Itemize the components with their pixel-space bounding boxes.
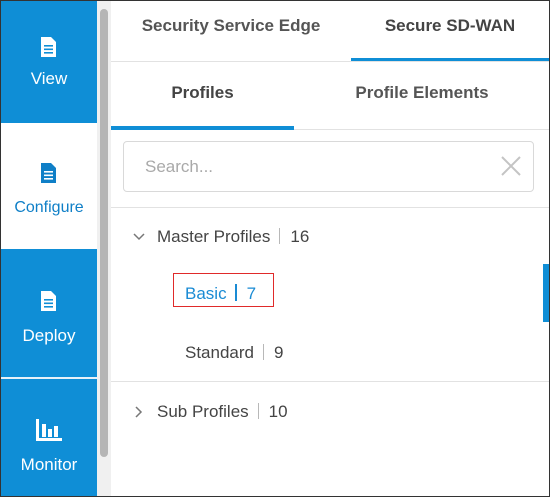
tab-profile-elements[interactable]: Profile Elements (307, 62, 537, 129)
divider (111, 207, 549, 208)
nav-item-label: Deploy (22, 326, 76, 345)
nav-item-label: Monitor (20, 455, 78, 474)
separator (234, 284, 237, 301)
tab-security-service-edge[interactable]: Security Service Edge (111, 1, 351, 61)
tree-node-standard[interactable]: Standard 9 (185, 343, 283, 363)
tree-node-count: 16 (290, 227, 310, 246)
separator (263, 344, 264, 360)
document-icon (40, 291, 56, 311)
main-panel: Security Service Edge Secure SD-WAN Prof… (111, 1, 549, 496)
side-nav: View Configure Deploy Monitor (1, 1, 97, 496)
nav-item-monitor[interactable]: Monitor (1, 379, 97, 496)
app-frame: View Configure Deploy Monitor Security S… (0, 0, 550, 497)
tree-node-label: Standard (185, 343, 254, 362)
tree-node-count: 9 (274, 343, 284, 362)
tree-node-sub-profiles[interactable]: Sub Profiles 10 (157, 402, 288, 422)
search-input[interactable] (124, 142, 484, 191)
chevron-down-icon[interactable] (133, 230, 145, 242)
nav-item-deploy[interactable]: Deploy (1, 251, 97, 377)
bar-chart-icon (36, 419, 62, 441)
divider (111, 381, 549, 382)
tree-node-count: 10 (268, 402, 288, 421)
close-icon[interactable] (501, 156, 521, 176)
nav-item-label: View (30, 69, 68, 88)
document-icon (40, 37, 56, 57)
nav-item-configure[interactable]: Configure (1, 123, 97, 249)
tree-node-label: Basic (185, 284, 227, 303)
tree-node-master-profiles[interactable]: Master Profiles 16 (157, 227, 309, 247)
scrollbar-thumb[interactable] (100, 9, 108, 457)
tree-node-label: Master Profiles (157, 227, 271, 246)
nav-item-view[interactable]: View (1, 1, 97, 127)
separator (279, 228, 281, 244)
nav-item-label: Configure (14, 199, 84, 216)
tree-node-count: 7 (246, 284, 257, 303)
tab-secure-sd-wan[interactable]: Secure SD-WAN (351, 1, 549, 61)
chevron-right-icon[interactable] (133, 405, 145, 418)
scroll-indicator (543, 264, 549, 322)
search-box (123, 141, 534, 192)
tree-node-label: Sub Profiles (157, 402, 249, 421)
document-icon (40, 163, 56, 183)
top-tabs: Security Service Edge Secure SD-WAN (111, 1, 549, 62)
separator (257, 403, 259, 419)
sub-tabs: Profiles Profile Elements (111, 62, 549, 130)
tree-node-basic[interactable]: Basic 7 (185, 284, 256, 304)
tab-profiles[interactable]: Profiles (111, 62, 294, 130)
